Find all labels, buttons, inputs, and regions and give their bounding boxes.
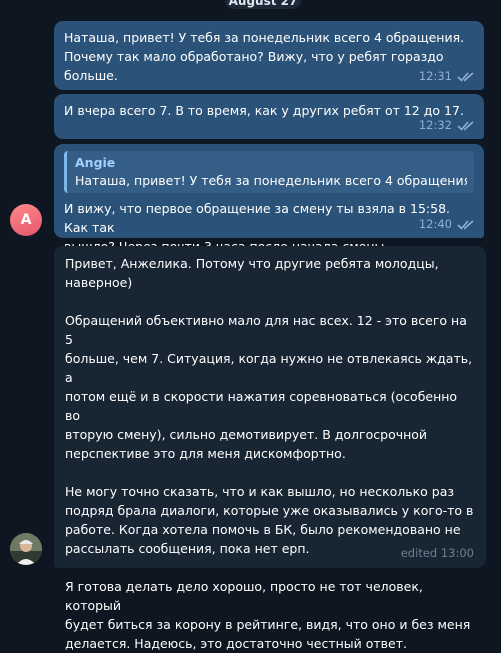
message-text: Наташа, привет! У тебя за понедельник вс…: [64, 30, 465, 83]
user-avatar[interactable]: [10, 533, 42, 565]
message-meta: 12:32: [419, 116, 475, 135]
outgoing-message[interactable]: Наташа, привет! У тебя за понедельник вс…: [54, 21, 484, 90]
message-time: 12:32: [418, 118, 452, 132]
message-meta: edited 13:00: [401, 544, 474, 563]
message-meta: 12:40: [419, 215, 475, 234]
message-time: 12:40: [418, 217, 452, 231]
reply-snippet: Наташа, привет! У тебя за понедельник вс…: [75, 173, 467, 188]
message-meta: 12:31: [419, 67, 475, 86]
message-time: edited 13:00: [400, 546, 474, 560]
message-text: И вчера всего 7. В то время, как у други…: [64, 103, 464, 118]
double-check-icon: [457, 120, 475, 131]
reply-author: Angie: [75, 155, 116, 170]
message-time: 12:31: [418, 69, 452, 83]
outgoing-reply-message[interactable]: Angie Наташа, привет! У тебя за понедель…: [54, 144, 484, 254]
outgoing-message[interactable]: И вчера всего 7. В то время, как у други…: [54, 94, 484, 139]
double-check-icon: [457, 71, 475, 82]
sender-avatar[interactable]: A: [10, 204, 42, 236]
reply-preview[interactable]: Angie Наташа, привет! У тебя за понедель…: [64, 151, 474, 193]
date-separator: August 27: [225, 0, 301, 9]
double-check-icon: [457, 219, 475, 230]
message-text: Привет, Анжелика. Потому что другие ребя…: [65, 256, 474, 651]
incoming-message[interactable]: Привет, Анжелика. Потому что другие ребя…: [54, 246, 486, 651]
